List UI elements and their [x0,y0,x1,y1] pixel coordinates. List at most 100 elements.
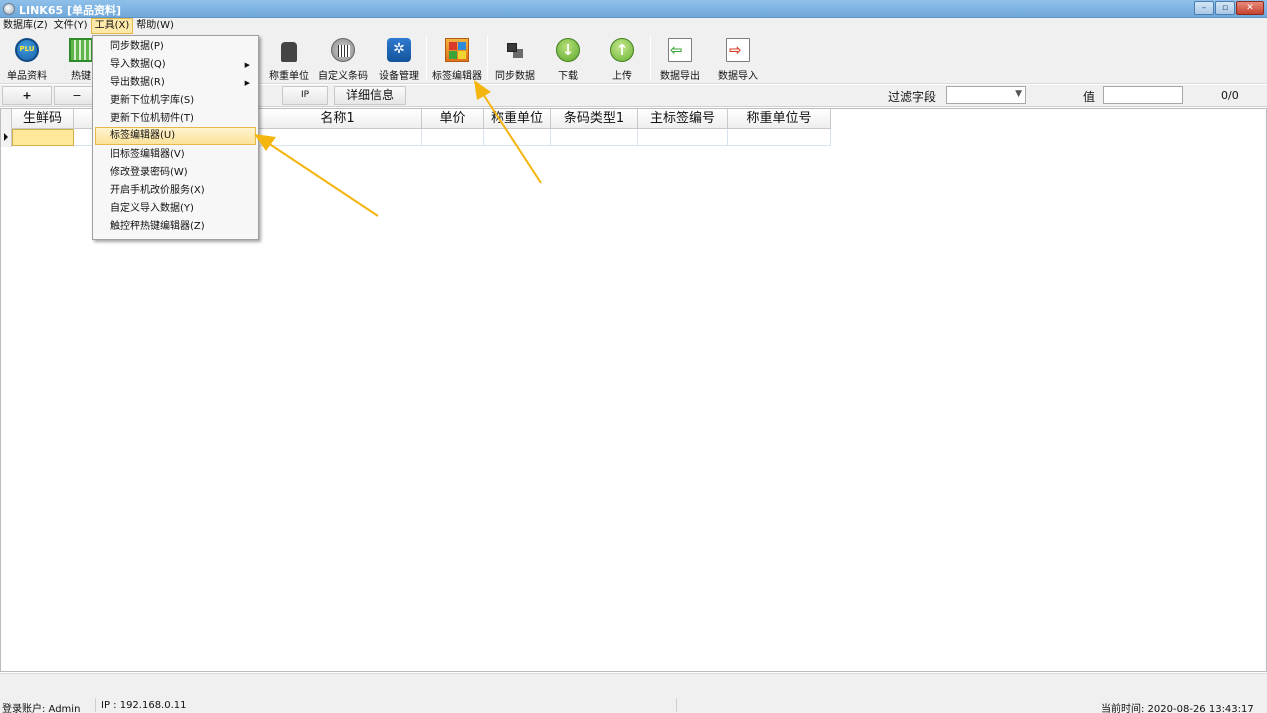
menu-item-import-data[interactable]: 导入数据(Q) ▶ [95,56,256,74]
toolbar-download-button[interactable]: ↓ 下载 [548,34,588,84]
menu-item-touch-scale-hotkey-editor[interactable]: 触控秤热键编辑器(Z) [95,218,256,236]
column-header-unit-price[interactable]: 单价 [422,109,484,129]
menu-database[interactable]: 数据库(Z) [0,18,51,34]
menu-item-update-font-library[interactable]: 更新下位机字库(S) [95,92,256,110]
toolbar-label: 称重单位 [269,71,309,82]
toolbar-separator [650,36,651,80]
toolbar-device-management-button[interactable]: ✲ 设备管理 [374,34,424,84]
status-account: 登录账户: Admin [2,704,81,713]
minimize-button[interactable]: – [1194,1,1214,15]
close-button[interactable]: ✕ [1236,1,1264,15]
toolbar-separator [426,36,427,80]
status-separator [95,698,96,712]
grid-cell[interactable] [728,129,831,146]
submenu-arrow-icon: ▶ [244,61,250,69]
menu-item-old-label-editor[interactable]: 旧标签编辑器(V) [95,146,256,164]
menu-item-mobile-price-service[interactable]: 开启手机改价服务(X) [95,182,256,200]
status-current-time: 当前时间: 2020-08-26 13:43:17 [1101,704,1254,713]
menu-item-label: 更新下位机韧件(T) [110,113,194,124]
status-bar: 登录账户: Admin IP : 192.168.0.11 当前时间: 2020… [0,673,1267,713]
toolbar-upload-button[interactable]: ↑ 上传 [602,34,642,84]
toolbar-separator [487,36,488,80]
device-settings-icon: ✲ [387,38,411,62]
menu-item-label: 旧标签编辑器(V) [110,149,185,160]
menu-item-label: 开启手机改价服务(X) [110,185,205,196]
toolbar-label: 自定义条码 [318,71,368,82]
column-header-fresh-code[interactable]: 生鲜码 [12,109,74,129]
column-header-weight-unit-no[interactable]: 称重单位号 [728,109,831,129]
record-counter: 0/0 [1221,89,1239,102]
menu-tools[interactable]: 工具(X) [90,18,134,34]
menu-help[interactable]: 帮助(W) [133,18,177,34]
menu-item-label: 修改登录密码(W) [110,167,188,178]
menu-item-label: 导入数据(Q) [110,59,166,70]
filter-field-select[interactable]: ▼ [946,86,1026,104]
maximize-button[interactable]: ▫ [1215,1,1235,15]
grid-cell[interactable] [12,129,74,146]
hotkey-icon [69,38,93,62]
menu-item-label: 同步数据(P) [110,41,164,52]
menu-item-change-password[interactable]: 修改登录密码(W) [95,164,256,182]
grid-cell[interactable] [422,129,484,146]
column-header-main-label-no[interactable]: 主标签编号 [638,109,728,129]
menu-item-label: 标签编辑器(U) [110,130,176,141]
filter-value-label: 值 [1083,90,1096,104]
toolbar-plu-button[interactable]: PLU 单品资料 [2,34,52,84]
label-editor-icon [445,38,469,62]
toolbar-label: 上传 [612,71,632,82]
menu-bar: 数据库(Z) 文件(Y) 工具(X) 帮助(W) [0,18,1267,34]
tools-dropdown-menu: 同步数据(P) 导入数据(Q) ▶ 导出数据(R) ▶ 更新下位机字库(S) 更新下… [92,35,259,240]
toolbar-import-button[interactable]: ⇨ 数据导入 [714,34,762,84]
grid-cell[interactable] [551,129,638,146]
menu-file[interactable]: 文件(Y) [51,18,91,34]
add-record-button[interactable]: + [2,86,52,105]
barcode-icon [331,38,355,62]
menu-item-label: 触控秤热键编辑器(Z) [110,221,205,232]
status-separator [676,698,677,712]
column-header-weight-unit[interactable]: 称重单位 [484,109,551,129]
window-title: LINK65 [单品资料] [19,4,122,17]
menu-item-label: 导出数据(R) [110,77,165,88]
menu-item-label: 更新下位机字库(S) [110,95,195,106]
upload-icon: ↑ [610,38,634,62]
menu-item-label-editor[interactable]: 标签编辑器(U) [95,127,256,145]
ip-button[interactable]: IP [282,86,328,105]
row-header-column [1,109,12,147]
plu-icon-text: PLU [19,45,35,53]
grid-cell[interactable] [638,129,728,146]
sync-icon [503,38,527,62]
menu-item-label: 自定义导入数据(Y) [110,203,194,214]
grid-cell[interactable] [254,129,422,146]
toolbar-label-editor-button[interactable]: 标签编辑器 [430,34,484,84]
filter-value-input[interactable] [1103,86,1183,104]
toolbar-label: 单品资料 [7,71,47,82]
menu-item-update-firmware[interactable]: 更新下位机韧件(T) [95,110,256,128]
submenu-arrow-icon: ▶ [244,79,250,87]
plu-icon: PLU [15,38,39,62]
menu-item-custom-import[interactable]: 自定义导入数据(Y) [95,200,256,218]
column-header-barcode-type1[interactable]: 条码类型1 [551,109,638,129]
app-icon [3,3,15,15]
current-row-indicator-icon [4,133,8,141]
toolbar-label: 下载 [558,71,578,82]
title-bar: LINK65 [单品资料] – ▫ ✕ [0,0,1267,18]
menu-item-export-data[interactable]: 导出数据(R) ▶ [95,74,256,92]
filter-field-label: 过滤字段 [888,90,937,104]
toolbar-sync-button[interactable]: 同步数据 [492,34,538,84]
toolbar-label: 数据导入 [718,71,758,82]
menu-item-sync-data[interactable]: 同步数据(P) [95,38,256,56]
toolbar-label: 标签编辑器 [432,71,482,82]
toolbar-custom-barcode-button[interactable]: 自定义条码 [316,34,370,84]
weight-icon [281,42,297,62]
column-header-name1[interactable]: 名称1 [254,109,422,129]
toolbar-export-button[interactable]: ⇦ 数据导出 [656,34,704,84]
details-button[interactable]: 详细信息 [334,86,406,105]
window-controls: – ▫ ✕ [1194,1,1264,15]
status-ip: IP : 192.168.0.11 [101,700,187,711]
toolbar-weight-unit-button[interactable]: 称重单位 [266,34,312,84]
import-icon: ⇨ [726,38,750,62]
toolbar-label: 数据导出 [660,71,700,82]
grid-cell[interactable] [484,129,551,146]
download-icon: ↓ [556,38,580,62]
toolbar-label: 同步数据 [495,71,535,82]
